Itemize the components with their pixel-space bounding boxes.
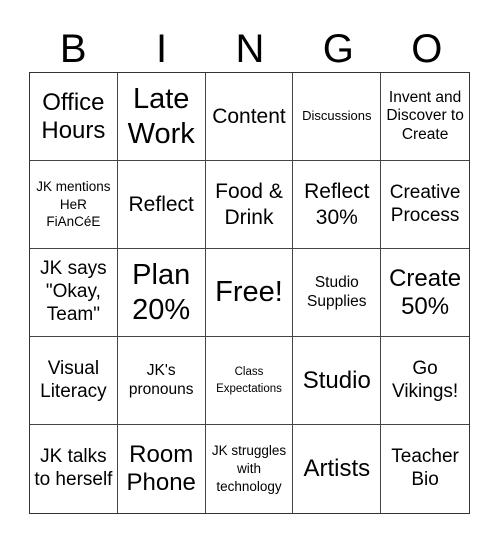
- bingo-cell[interactable]: Invent and Discover to Create: [381, 73, 469, 161]
- bingo-cell[interactable]: JK's pronouns: [117, 337, 206, 425]
- bingo-cell[interactable]: Artists: [293, 425, 382, 513]
- bingo-cell[interactable]: JK talks to herself: [30, 425, 118, 513]
- bingo-cell[interactable]: Content: [205, 73, 294, 161]
- bingo-cell[interactable]: Studio Supplies: [293, 249, 382, 337]
- bingo-cell[interactable]: Studio: [293, 337, 382, 425]
- header-letter-n: N: [235, 27, 265, 71]
- bingo-cell[interactable]: Create 50%: [381, 249, 469, 337]
- bingo-cell[interactable]: Teacher Bio: [381, 425, 469, 513]
- bingo-cell[interactable]: Go Vikings!: [381, 337, 469, 425]
- bingo-cell[interactable]: Creative Process: [381, 161, 469, 249]
- bingo-cell[interactable]: Room Phone: [118, 425, 206, 513]
- bingo-cell[interactable]: Discussions: [293, 73, 382, 161]
- header-letter-i: I: [156, 27, 168, 71]
- bingo-cell[interactable]: Office Hours: [30, 73, 118, 161]
- bingo-cell[interactable]: Reflect 30%: [293, 161, 382, 249]
- header-letter-o: O: [411, 27, 443, 71]
- header-letter-b: B: [59, 27, 87, 71]
- bingo-header: B I N G O: [29, 28, 471, 70]
- bingo-cell[interactable]: JK mentions HeR FiAnCéE: [30, 161, 118, 249]
- bingo-card-grid: Office Hours Late Work Content Discussio…: [29, 72, 470, 514]
- bingo-cell[interactable]: Food & Drink: [205, 161, 294, 249]
- bingo-cell[interactable]: JK struggles with technology: [206, 425, 294, 513]
- bingo-cell[interactable]: JK says "Okay, Team": [30, 249, 118, 337]
- bingo-cell[interactable]: Class Expectations: [205, 337, 294, 425]
- free-space-cell[interactable]: Free!: [205, 249, 294, 337]
- header-letter-g: G: [322, 27, 354, 71]
- bingo-cell[interactable]: Late Work: [117, 73, 206, 161]
- bingo-cell[interactable]: Reflect: [117, 161, 206, 249]
- bingo-cell[interactable]: Plan 20%: [117, 249, 206, 337]
- bingo-cell[interactable]: Visual Literacy: [30, 337, 118, 425]
